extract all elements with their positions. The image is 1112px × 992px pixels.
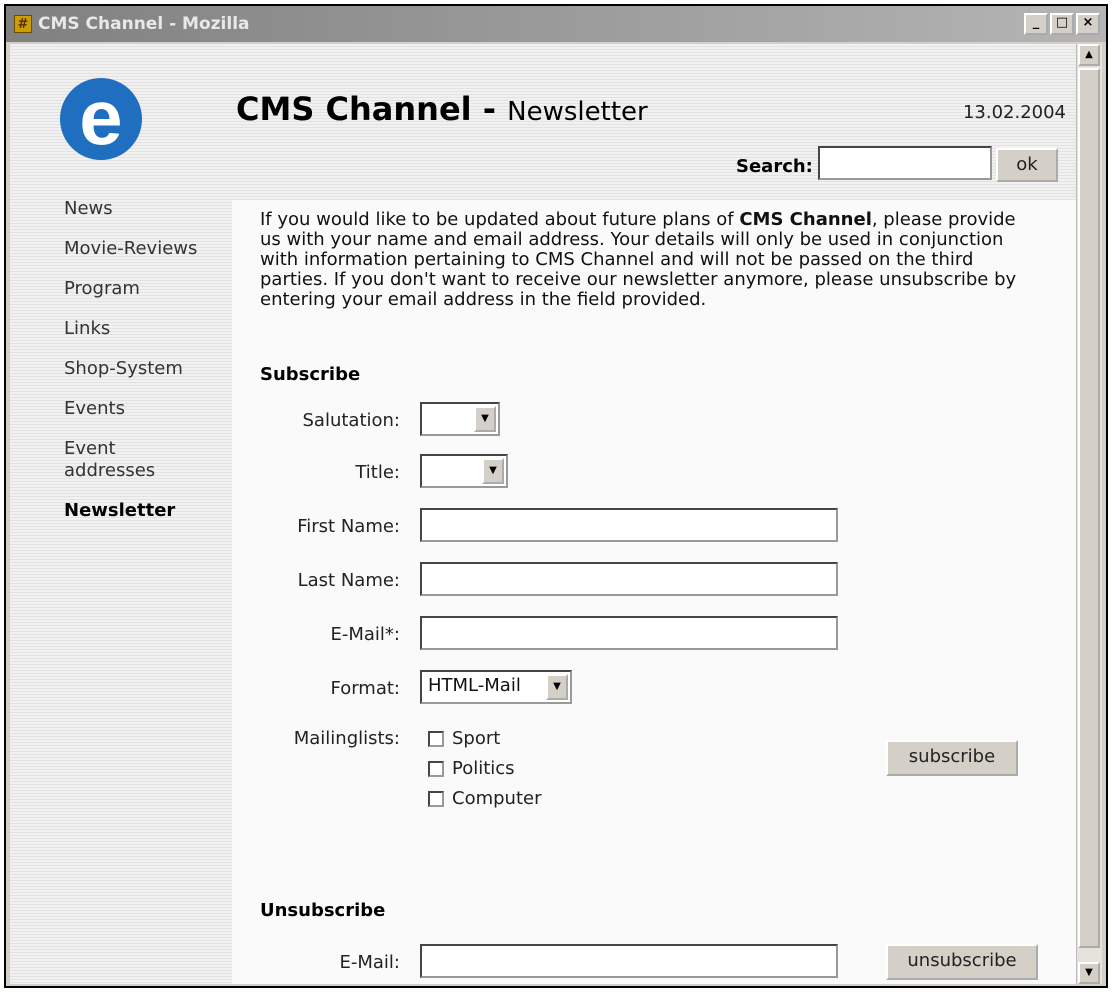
page-title: CMS Channel - Newsletter bbox=[236, 90, 648, 128]
sidebar-item-newsletter[interactable]: Newsletter bbox=[64, 500, 224, 522]
window-controls: _ □ × bbox=[1024, 13, 1100, 35]
subscribe-button[interactable]: subscribe bbox=[886, 740, 1018, 776]
site-name: CMS Channel - bbox=[236, 90, 497, 128]
last-name-input[interactable] bbox=[420, 562, 838, 596]
unsubscribe-heading: Unsubscribe bbox=[260, 900, 386, 921]
first-name-input[interactable] bbox=[420, 508, 838, 542]
email-input[interactable] bbox=[420, 616, 838, 650]
mozilla-app-icon: # bbox=[14, 15, 32, 33]
mailinglists-label: Mailinglists: bbox=[293, 728, 400, 749]
vertical-scrollbar[interactable]: ▲ ▼ bbox=[1076, 44, 1102, 984]
unsubscribe-email-label: E-Mail: bbox=[339, 952, 401, 973]
main-content: If you would like to be updated about fu… bbox=[232, 200, 1078, 984]
search-label: Search: bbox=[736, 156, 813, 177]
page-viewport: e CMS Channel - Newsletter 13.02.2004 Se… bbox=[10, 44, 1078, 984]
mailinglist-politics-label: Politics bbox=[452, 758, 515, 779]
salutation-label: Salutation: bbox=[302, 410, 401, 431]
browser-window: # CMS Channel - Mozilla _ □ × e CMS Chan… bbox=[4, 4, 1108, 988]
format-label: Format: bbox=[330, 678, 401, 699]
minimize-button[interactable]: _ bbox=[1024, 13, 1048, 35]
sidebar-item-news[interactable]: News bbox=[64, 198, 224, 220]
sidebar-item-links[interactable]: Links bbox=[64, 318, 224, 340]
checkbox-computer[interactable] bbox=[428, 790, 444, 807]
unsubscribe-button[interactable]: unsubscribe bbox=[886, 944, 1038, 980]
email-label: E-Mail*: bbox=[330, 624, 401, 645]
section-name: Newsletter bbox=[507, 97, 648, 127]
date-display: 13.02.2004 bbox=[962, 102, 1066, 123]
mailinglist-politics[interactable]: Politics bbox=[428, 758, 515, 779]
dropdown-arrow-icon: ▼ bbox=[474, 406, 496, 432]
scrollbar-thumb[interactable] bbox=[1078, 68, 1100, 948]
title-label: Title: bbox=[355, 462, 400, 483]
sidebar-item-program[interactable]: Program bbox=[64, 278, 224, 300]
search-ok-button[interactable]: ok bbox=[996, 148, 1058, 182]
dropdown-arrow-icon: ▼ bbox=[546, 674, 568, 700]
last-name-label: Last Name: bbox=[297, 570, 400, 591]
close-button[interactable]: × bbox=[1076, 13, 1100, 35]
sidebar-item-movie-reviews[interactable]: Movie-Reviews bbox=[64, 238, 224, 260]
scroll-up-arrow-icon[interactable]: ▲ bbox=[1078, 44, 1100, 66]
mailinglist-computer[interactable]: Computer bbox=[428, 788, 541, 809]
checkbox-sport[interactable] bbox=[428, 730, 444, 747]
unsubscribe-email-input[interactable] bbox=[420, 944, 838, 978]
sidebar-item-event-addresses[interactable]: Event addresses bbox=[64, 438, 194, 482]
sidebar-nav: News Movie-Reviews Program Links Shop-Sy… bbox=[64, 198, 224, 540]
subscribe-heading: Subscribe bbox=[260, 364, 361, 385]
window-title: CMS Channel - Mozilla bbox=[38, 14, 250, 34]
mailinglist-computer-label: Computer bbox=[452, 788, 542, 809]
intro-brand: CMS Channel bbox=[739, 209, 872, 230]
mailinglist-sport[interactable]: Sport bbox=[428, 728, 500, 749]
sidebar-item-events[interactable]: Events bbox=[64, 398, 224, 420]
salutation-select[interactable]: ▼ bbox=[420, 402, 500, 436]
dropdown-arrow-icon: ▼ bbox=[482, 458, 504, 484]
first-name-label: First Name: bbox=[297, 516, 400, 537]
sidebar-item-shop-system[interactable]: Shop-System bbox=[64, 358, 224, 380]
mailinglist-sport-label: Sport bbox=[452, 728, 501, 749]
title-bar[interactable]: # CMS Channel - Mozilla _ □ × bbox=[6, 6, 1106, 42]
checkbox-politics[interactable] bbox=[428, 760, 444, 777]
intro-text-start: If you would like to be updated about fu… bbox=[260, 209, 740, 230]
scroll-down-arrow-icon[interactable]: ▼ bbox=[1078, 962, 1100, 984]
title-select[interactable]: ▼ bbox=[420, 454, 508, 488]
format-value: HTML-Mail bbox=[428, 675, 521, 696]
site-logo[interactable]: e bbox=[60, 78, 142, 160]
maximize-button[interactable]: □ bbox=[1050, 13, 1074, 35]
format-select[interactable]: HTML-Mail ▼ bbox=[420, 670, 572, 704]
search-input[interactable] bbox=[818, 146, 992, 180]
intro-text: If you would like to be updated about fu… bbox=[260, 210, 1040, 310]
